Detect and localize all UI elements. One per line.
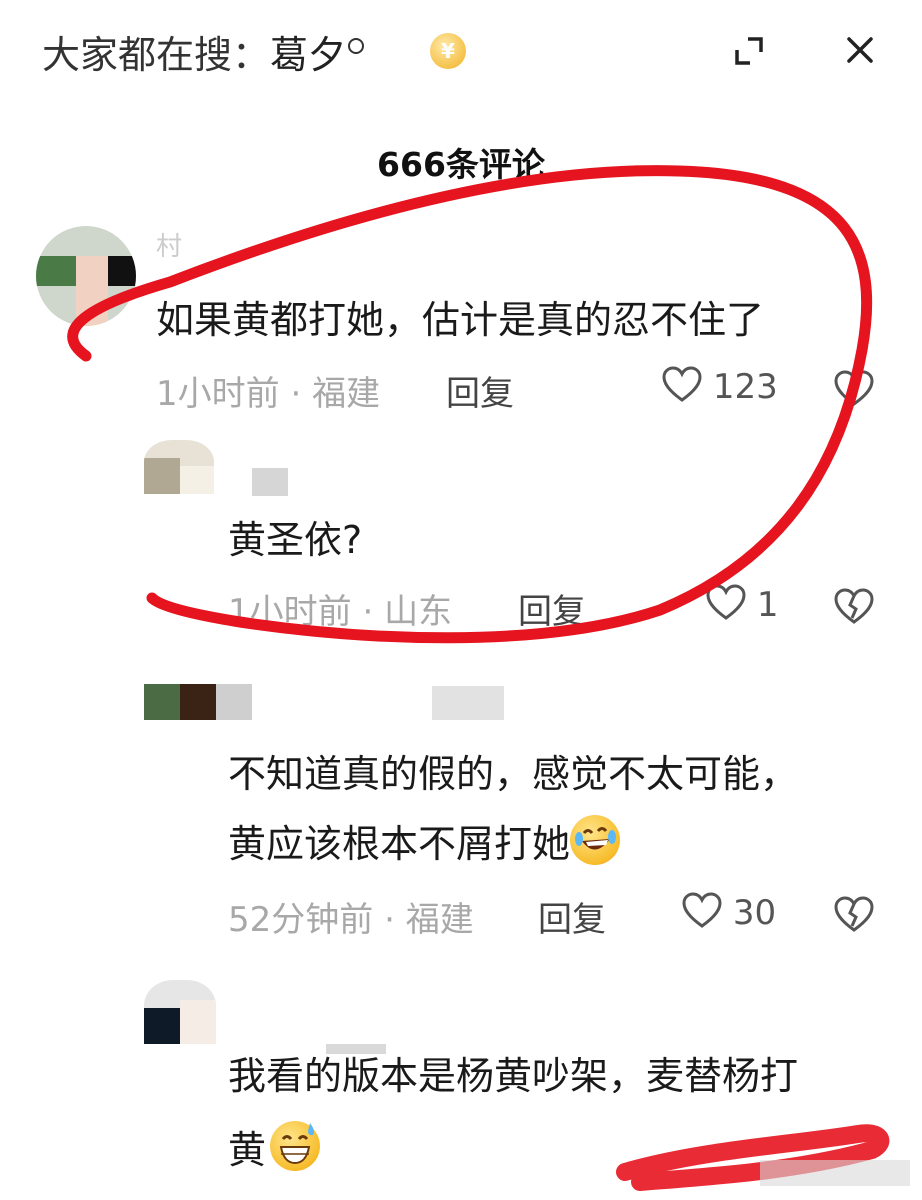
sweat-grin-emoji-icon <box>270 1121 321 1171</box>
reply-button[interactable]: 回复 <box>538 892 606 941</box>
comment-meta: 1小时前 · 福建 <box>156 366 380 415</box>
meta-separator: · <box>279 374 313 414</box>
comment-text-line2-text: 黄 <box>228 1128 267 1172</box>
expand-icon[interactable] <box>734 36 764 66</box>
meta-separator: · <box>351 592 385 632</box>
comment-text-line1: 我看的版本是杨黄吵架，麦替杨打 <box>228 1054 799 1098</box>
like-button[interactable]: 30 <box>682 892 776 933</box>
username[interactable]: 村 <box>156 226 182 263</box>
like-count: 30 <box>732 893 777 933</box>
close-icon[interactable] <box>846 36 874 64</box>
comment-text: 黄圣依? <box>228 518 363 562</box>
comment-time: 1小时前 <box>228 592 352 632</box>
username[interactable] <box>432 686 504 720</box>
reply-button[interactable]: 回复 <box>518 584 586 633</box>
avatar[interactable] <box>144 980 216 1044</box>
like-button[interactable]: 1 <box>706 584 778 625</box>
comment-meta: 1小时前 · 山东 <box>228 584 452 633</box>
meta-separator: · <box>373 900 406 940</box>
yuan-coin-icon[interactable]: ¥ <box>430 33 466 69</box>
rofl-emoji-icon <box>570 815 621 865</box>
like-count: 123 <box>712 367 778 407</box>
search-icon <box>348 38 365 54</box>
comment-text-line2: 黄 <box>228 1118 321 1182</box>
comment-count: 666条评论 <box>377 145 545 184</box>
comment-location: 福建 <box>312 374 381 414</box>
search-prefix: 大家都在搜： <box>42 33 271 77</box>
avatar[interactable] <box>36 226 136 326</box>
comment-time: 52分钟前 <box>228 900 374 940</box>
dislike-icon[interactable] <box>834 370 874 408</box>
heart-icon <box>662 366 702 402</box>
reply-button[interactable]: 回复 <box>446 366 514 415</box>
like-button[interactable]: 123 <box>662 366 778 407</box>
like-count: 1 <box>756 585 779 625</box>
comment-text-line2: 黄应该根本不屑打她 <box>228 812 621 876</box>
dislike-icon[interactable] <box>834 588 874 626</box>
heart-icon <box>682 892 722 928</box>
username[interactable] <box>252 468 288 496</box>
search-suggestion-bar[interactable]: 大家都在搜：葛夕 <box>42 24 365 79</box>
comment-text: 如果黄都打她，估计是真的忍不住了 <box>156 298 765 342</box>
comment-location: 山东 <box>384 592 453 632</box>
comment-location: 福建 <box>405 900 474 940</box>
comment-text-line1: 不知道真的假的，感觉不太可能， <box>228 752 799 796</box>
dislike-icon[interactable] <box>834 896 874 934</box>
comment-time: 1小时前 <box>156 374 280 414</box>
comment-text-line2-text: 黄应该根本不屑打她 <box>228 822 571 866</box>
search-keyword[interactable]: 葛夕 <box>270 33 346 77</box>
comment-meta: 52分钟前 · 福建 <box>228 892 474 941</box>
avatar[interactable] <box>144 684 252 720</box>
heart-icon <box>706 584 746 620</box>
coin-symbol: ¥ <box>441 39 455 63</box>
avatar[interactable] <box>144 440 214 494</box>
